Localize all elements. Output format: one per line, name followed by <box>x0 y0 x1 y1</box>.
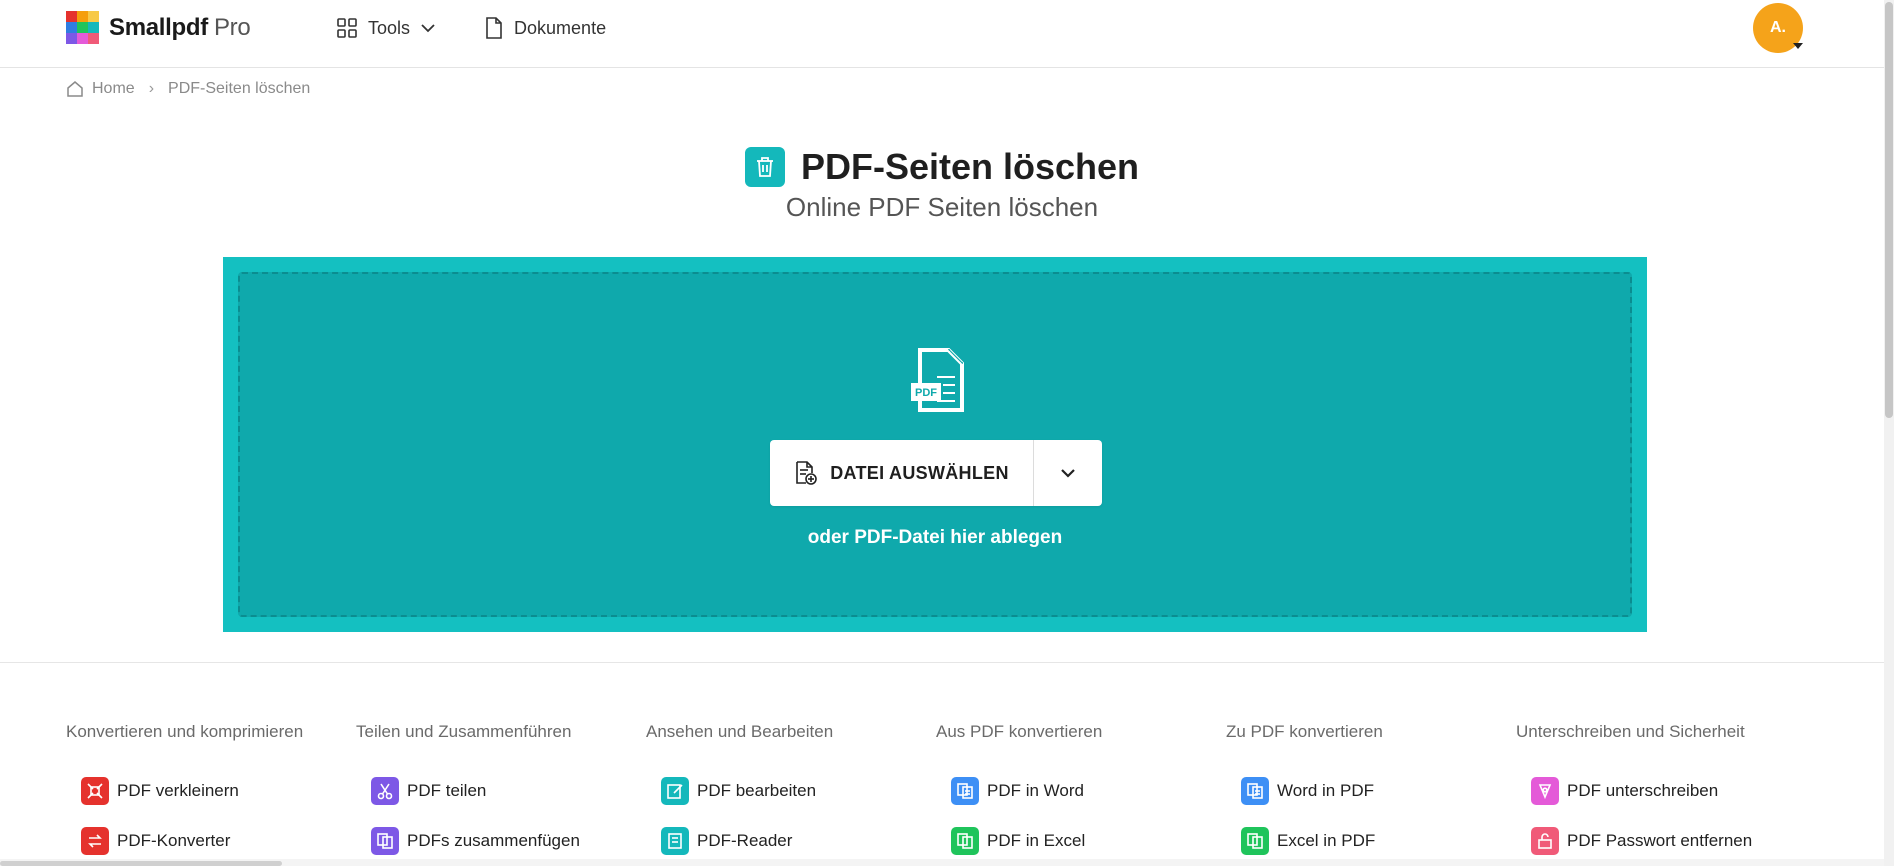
home-icon <box>67 81 83 97</box>
tool-categories: Konvertieren und komprimieren PDF verkle… <box>66 722 1806 856</box>
tool-link-compress[interactable]: PDF verkleinern <box>81 776 356 806</box>
file-drop-area[interactable]: PDF DATEI AUSWÄHLEN oder PDF-Datei hier … <box>238 272 1632 617</box>
vertical-scrollbar[interactable] <box>1884 0 1894 866</box>
choose-file-button[interactable]: DATEI AUSWÄHLEN <box>770 440 1033 506</box>
chevron-down-icon <box>421 24 435 33</box>
logo-mark-icon <box>66 11 99 44</box>
tool-link-reader[interactable]: PDF-Reader <box>661 826 936 856</box>
tool-link-pdf-to-excel[interactable]: PDF in Excel <box>951 826 1226 856</box>
category-sign-security: Unterschreiben und Sicherheit PDF unters… <box>1516 722 1806 856</box>
tool-label: PDF-Konverter <box>117 831 231 850</box>
file-drop-zone[interactable]: PDF DATEI AUSWÄHLEN oder PDF-Datei hier … <box>223 257 1647 632</box>
tool-label: PDF teilen <box>407 781 487 800</box>
drop-hint-text: oder PDF-Datei hier ablegen <box>807 527 1063 548</box>
page-subtitle: Online PDF Seiten löschen <box>785 192 1099 222</box>
tool-label: PDFs zusammenfügen <box>407 831 580 850</box>
trash-icon <box>744 147 785 187</box>
convert-icon <box>81 827 109 855</box>
tool-label: PDF unterschreiben <box>1567 781 1719 800</box>
horizontal-scrollbar[interactable] <box>0 859 1884 866</box>
category-title: Konvertieren und komprimieren <box>66 722 304 741</box>
edit-icon <box>661 777 689 805</box>
chevron-down-icon <box>1061 469 1075 478</box>
page-title: PDF-Seiten löschen <box>800 146 1140 187</box>
pdf-file-icon: PDF <box>911 348 964 412</box>
main-nav: Tools Dokumente <box>336 16 606 40</box>
choose-file-label: DATEI AUSWÄHLEN <box>830 462 1009 483</box>
category-to-pdf: Zu PDF konvertieren Word in PDF Excel in… <box>1226 722 1516 856</box>
scissors-icon <box>371 777 399 805</box>
tool-label: PDF in Excel <box>987 831 1086 850</box>
tool-link-excel-to-pdf[interactable]: Excel in PDF <box>1241 826 1516 856</box>
tool-link-merge[interactable]: PDFs zusammenfügen <box>371 826 646 856</box>
tool-label: PDF verkleinern <box>117 781 239 800</box>
breadcrumb: Home › PDF-Seiten löschen <box>66 80 310 98</box>
category-title: Teilen und Zusammenführen <box>356 722 572 741</box>
pdf-badge-text: PDF <box>915 387 937 399</box>
category-title: Aus PDF konvertieren <box>936 722 1103 741</box>
document-icon <box>486 17 502 39</box>
category-view-edit: Ansehen und Bearbeiten PDF bearbeiten PD… <box>646 722 936 856</box>
category-convert-compress: Konvertieren und komprimieren PDF verkle… <box>66 722 356 856</box>
reader-icon <box>661 827 689 855</box>
tool-label: Word in PDF <box>1277 781 1374 800</box>
nav-tools-label: Tools <box>368 17 411 38</box>
tool-label: Excel in PDF <box>1277 831 1376 850</box>
excel-icon <box>951 827 979 855</box>
smallpdf-logo[interactable]: Smallpdf Pro <box>66 11 251 44</box>
tool-link-converter[interactable]: PDF-Konverter <box>81 826 356 856</box>
nav-documents[interactable]: Dokumente <box>484 16 606 40</box>
category-title: Unterschreiben und Sicherheit <box>1516 722 1745 741</box>
tool-label: PDF Passwort entfernen <box>1567 831 1753 850</box>
category-title: Zu PDF konvertieren <box>1226 722 1383 741</box>
category-title: Ansehen und Bearbeiten <box>646 722 834 741</box>
category-split-merge: Teilen und Zusammenführen PDF teilen PDF… <box>356 722 646 856</box>
breadcrumb-current: PDF-Seiten löschen <box>168 80 311 97</box>
excel-icon <box>1241 827 1269 855</box>
tool-link-sign[interactable]: PDF unterschreiben <box>1531 776 1806 806</box>
file-select-button-group: DATEI AUSWÄHLEN <box>770 440 1102 506</box>
word-icon <box>951 777 979 805</box>
tool-label: PDF in Word <box>987 781 1084 800</box>
tool-link-edit[interactable]: PDF bearbeiten <box>661 776 936 806</box>
tool-label: PDF bearbeiten <box>697 781 817 800</box>
add-file-icon <box>796 461 818 485</box>
tool-link-unlock[interactable]: PDF Passwort entfernen <box>1531 826 1806 856</box>
sign-icon <box>1531 777 1559 805</box>
tool-link-pdf-to-word[interactable]: PDF in Word <box>951 776 1226 806</box>
category-from-pdf: Aus PDF konvertieren PDF in Word PDF in … <box>936 722 1226 856</box>
breadcrumb-separator: › <box>148 80 155 97</box>
unlock-icon <box>1531 827 1559 855</box>
tool-link-split[interactable]: PDF teilen <box>371 776 646 806</box>
scrollbar-thumb[interactable] <box>1885 2 1893 418</box>
user-avatar-menu[interactable]: A. <box>1753 3 1805 55</box>
nav-documents-label: Dokumente <box>514 17 607 38</box>
nav-tools[interactable]: Tools <box>336 17 436 39</box>
compress-icon <box>81 777 109 805</box>
tool-label: PDF-Reader <box>697 831 793 850</box>
logo-text: Smallpdf Pro <box>109 13 251 41</box>
tool-link-word-to-pdf[interactable]: Word in PDF <box>1241 776 1516 806</box>
page-title-row: PDF-Seiten löschen <box>0 146 1884 188</box>
grid-icon <box>337 18 357 38</box>
top-header: Smallpdf Pro Tools Dokumente A. <box>0 0 1884 68</box>
file-source-dropdown[interactable] <box>1034 440 1102 506</box>
section-divider <box>0 662 1884 663</box>
logo-pro-label: Pro <box>213 13 251 41</box>
breadcrumb-home-link[interactable]: Home <box>92 80 135 98</box>
horizontal-scrollbar-thumb[interactable] <box>0 861 282 866</box>
word-icon <box>1241 777 1269 805</box>
merge-icon <box>371 827 399 855</box>
caret-down-icon <box>1793 43 1803 49</box>
